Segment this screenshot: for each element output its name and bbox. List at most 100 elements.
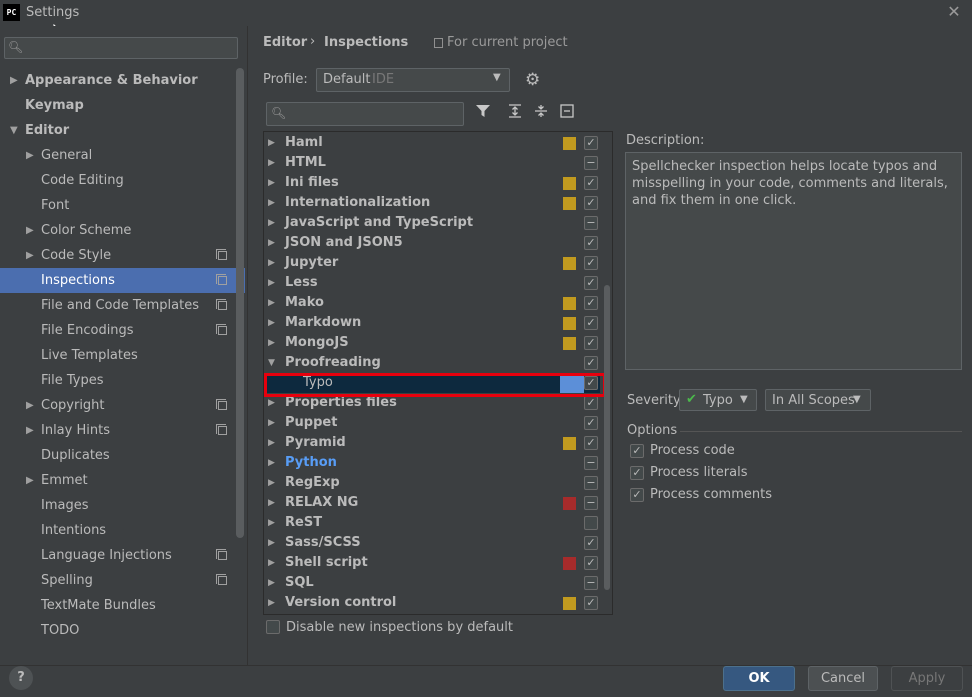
inspection-checkbox[interactable]: ✓: [584, 436, 598, 450]
inspection-row[interactable]: ▶ ReST: [264, 513, 600, 533]
chevron-right-icon[interactable]: ▶: [268, 533, 275, 553]
chevron-right-icon[interactable]: ▶: [268, 493, 275, 513]
inspection-row[interactable]: ▶ Mako ✓: [264, 293, 600, 313]
sidebar-item[interactable]: ▶ Code Style: [0, 243, 245, 268]
inspection-row[interactable]: ▶ Version control ✓: [264, 593, 600, 613]
chevron-right-icon[interactable]: ▶: [268, 173, 275, 193]
help-button[interactable]: ?: [9, 666, 33, 690]
chevron-right-icon[interactable]: ▶: [268, 433, 275, 453]
inspection-row[interactable]: ▶ JSON and JSON5 ✓: [264, 233, 600, 253]
chevron-right-icon[interactable]: ▶: [268, 573, 275, 593]
inspection-search-input[interactable]: [266, 102, 464, 126]
inspection-checkbox[interactable]: ✓: [584, 396, 598, 410]
inspection-checkbox[interactable]: ✓: [584, 356, 598, 370]
chevron-right-icon[interactable]: ▶: [268, 153, 275, 173]
sidebar-item[interactable]: File Types: [0, 368, 245, 393]
chevron-right-icon[interactable]: ▶: [268, 233, 275, 253]
inspection-checkbox[interactable]: ✓: [584, 236, 598, 250]
inspection-checkbox[interactable]: −: [584, 216, 598, 230]
inspection-checkbox[interactable]: −: [584, 456, 598, 470]
expand-all-icon[interactable]: [506, 104, 524, 122]
chevron-right-icon[interactable]: ▶: [268, 513, 275, 533]
sidebar-item[interactable]: File and Code Templates: [0, 293, 245, 318]
sidebar-item[interactable]: Live Templates: [0, 343, 245, 368]
sidebar-item[interactable]: ▶ Inlay Hints: [0, 418, 245, 443]
inspection-row[interactable]: ▶ Pyramid ✓: [264, 433, 600, 453]
sidebar-item[interactable]: Inspections: [0, 268, 245, 293]
reset-icon[interactable]: [558, 104, 576, 122]
sidebar-item[interactable]: Keymap: [0, 93, 245, 118]
inspection-row[interactable]: ▶ RegExp −: [264, 473, 600, 493]
inspection-checkbox[interactable]: ✓: [584, 276, 598, 290]
sidebar-scrollbar[interactable]: [236, 68, 244, 538]
sidebar-item[interactable]: TextMate Bundles: [0, 593, 245, 618]
sidebar-item[interactable]: Intentions: [0, 518, 245, 543]
inspection-row[interactable]: ▶ JavaScript and TypeScript −: [264, 213, 600, 233]
sidebar-item[interactable]: Duplicates: [0, 443, 245, 468]
chevron-right-icon[interactable]: ▶: [268, 253, 275, 273]
inspection-checkbox[interactable]: ✓: [584, 596, 598, 610]
inspection-row[interactable]: ▶ Shell script ✓: [264, 553, 600, 573]
collapse-all-icon[interactable]: [532, 104, 550, 122]
chevron-right-icon[interactable]: ▶: [268, 413, 275, 433]
inspection-row[interactable]: ▶ RELAX NG −: [264, 493, 600, 513]
chevron-right-icon[interactable]: ▶: [26, 393, 34, 418]
chevron-right-icon[interactable]: ▶: [268, 133, 275, 153]
disable-new-checkbox[interactable]: [266, 620, 280, 634]
apply-button[interactable]: Apply: [891, 666, 963, 691]
cancel-button[interactable]: Cancel: [808, 666, 878, 691]
chevron-down-icon[interactable]: ▼: [10, 118, 18, 143]
inspection-row[interactable]: ▶ Markdown ✓: [264, 313, 600, 333]
inspection-checkbox[interactable]: [584, 516, 598, 530]
chevron-down-icon[interactable]: ▼: [268, 353, 275, 373]
chevron-right-icon[interactable]: ▶: [26, 468, 34, 493]
inspection-scrollbar[interactable]: [604, 285, 610, 590]
inspection-row[interactable]: ▶ Haml ✓: [264, 133, 600, 153]
inspection-checkbox[interactable]: ✓: [584, 136, 598, 150]
chevron-right-icon[interactable]: ▶: [10, 68, 18, 93]
chevron-right-icon[interactable]: ▶: [268, 273, 275, 293]
sidebar-search-input[interactable]: [4, 37, 238, 59]
chevron-right-icon[interactable]: ▶: [268, 553, 275, 573]
option-checkbox[interactable]: ✓: [630, 444, 644, 458]
inspection-row[interactable]: ▶ Python −: [264, 453, 600, 473]
sidebar-item[interactable]: ▶ Color Scheme: [0, 218, 245, 243]
inspection-checkbox[interactable]: ✓: [584, 316, 598, 330]
inspection-row[interactable]: ▶ Puppet ✓: [264, 413, 600, 433]
inspection-checkbox[interactable]: ✓: [584, 296, 598, 310]
chevron-right-icon[interactable]: ▶: [26, 143, 34, 168]
chevron-right-icon[interactable]: ▶: [268, 193, 275, 213]
chevron-right-icon[interactable]: ▶: [268, 333, 275, 353]
sidebar-item[interactable]: Font: [0, 193, 245, 218]
chevron-right-icon[interactable]: ▶: [268, 313, 275, 333]
chevron-right-icon[interactable]: ▶: [268, 453, 275, 473]
inspection-checkbox[interactable]: ✓: [584, 196, 598, 210]
inspection-row[interactable]: ▶ Jupyter ✓: [264, 253, 600, 273]
ok-button[interactable]: OK: [723, 666, 795, 691]
chevron-right-icon[interactable]: ▶: [268, 213, 275, 233]
chevron-right-icon[interactable]: ▶: [26, 218, 34, 243]
sidebar-item[interactable]: TODO: [0, 618, 245, 643]
option-checkbox[interactable]: ✓: [630, 466, 644, 480]
inspection-checkbox[interactable]: ✓: [584, 416, 598, 430]
chevron-right-icon[interactable]: ▶: [268, 473, 275, 493]
filter-icon[interactable]: [474, 104, 492, 122]
sidebar-item[interactable]: ▼ Editor: [0, 118, 245, 143]
inspection-checkbox[interactable]: ✓: [584, 336, 598, 350]
sidebar-item[interactable]: File Encodings: [0, 318, 245, 343]
inspection-row[interactable]: ▶ Internationalization ✓: [264, 193, 600, 213]
chevron-right-icon[interactable]: ▶: [26, 418, 34, 443]
inspection-row[interactable]: ▶ Ini files ✓: [264, 173, 600, 193]
option-checkbox[interactable]: ✓: [630, 488, 644, 502]
sidebar-item[interactable]: Code Editing: [0, 168, 245, 193]
inspection-checkbox[interactable]: −: [584, 496, 598, 510]
sidebar-item[interactable]: ▶ General: [0, 143, 245, 168]
inspection-row[interactable]: ▶ SQL −: [264, 573, 600, 593]
chevron-right-icon[interactable]: ▶: [26, 243, 34, 268]
inspection-checkbox[interactable]: ✓: [584, 556, 598, 570]
inspection-row[interactable]: ▶ Sass/SCSS ✓: [264, 533, 600, 553]
sidebar-item[interactable]: ▶ Copyright: [0, 393, 245, 418]
breadcrumb-parent[interactable]: Editor: [263, 35, 307, 50]
inspection-checkbox[interactable]: −: [584, 476, 598, 490]
gear-icon[interactable]: ⚙: [525, 70, 540, 90]
